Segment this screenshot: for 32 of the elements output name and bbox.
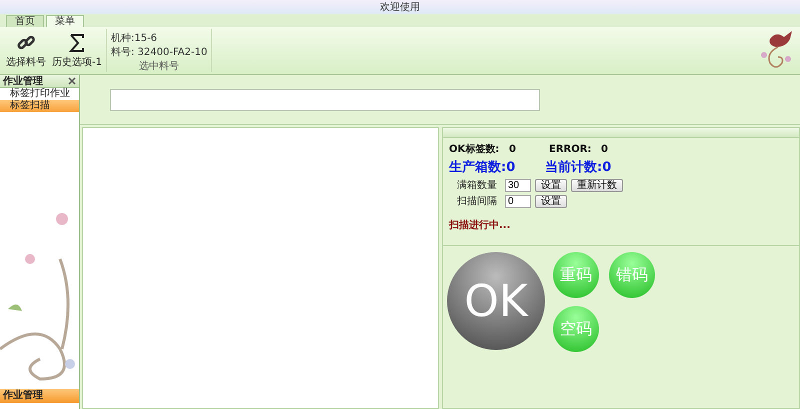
error-count-value: 0 — [601, 144, 608, 154]
setting-button[interactable]: 重新计数 — [571, 178, 623, 192]
window-title: 欢迎使用 — [380, 0, 420, 14]
status-light: 空码 — [553, 306, 599, 352]
setting-button[interactable]: 设置 — [535, 194, 567, 208]
sidebar-section-header[interactable]: 作业管理 — [0, 389, 79, 403]
ok-count-value: 0 — [509, 144, 517, 154]
setting-button[interactable]: 设置 — [535, 178, 567, 192]
ribbon-tab[interactable]: 首页 — [6, 15, 44, 27]
sigma-icon — [68, 32, 86, 52]
status-text: 扫描进行中... — [449, 218, 512, 232]
box-count-text: 生产箱数:0 — [449, 158, 516, 176]
group-caption: 选中料号 — [138, 60, 180, 73]
part-info-text: 料号: 32400-FA2-10 — [110, 46, 208, 59]
status-light: 重码 — [553, 252, 599, 298]
sidebar-title: 作业管理 — [3, 74, 43, 88]
error-count-label: ERROR: — [549, 144, 592, 154]
setting-label: 满箱数量 — [457, 178, 498, 192]
sidebar-item[interactable]: 标签扫描 — [0, 100, 79, 112]
ribbon-button[interactable]: 历史选项-1 — [50, 29, 104, 72]
ribbon-button[interactable]: 选择料号 — [4, 29, 48, 72]
collapse-icon[interactable] — [68, 77, 76, 85]
setting-label: 扫描间隔 — [457, 194, 498, 208]
scan-input-field[interactable] — [110, 88, 540, 110]
status-light: 错码 — [609, 252, 655, 298]
setting-input-field[interactable]: 30 — [505, 178, 531, 192]
ribbon-tab[interactable]: 菜单 — [46, 15, 84, 27]
setting-input-field[interactable]: 0 — [505, 194, 531, 208]
part-info-text: 机种:15-6 — [110, 32, 158, 45]
current-count-text: 当前计数:0 — [545, 159, 612, 176]
ok-count-label: OK标签数: — [449, 142, 500, 156]
status-light: OK — [447, 252, 545, 350]
